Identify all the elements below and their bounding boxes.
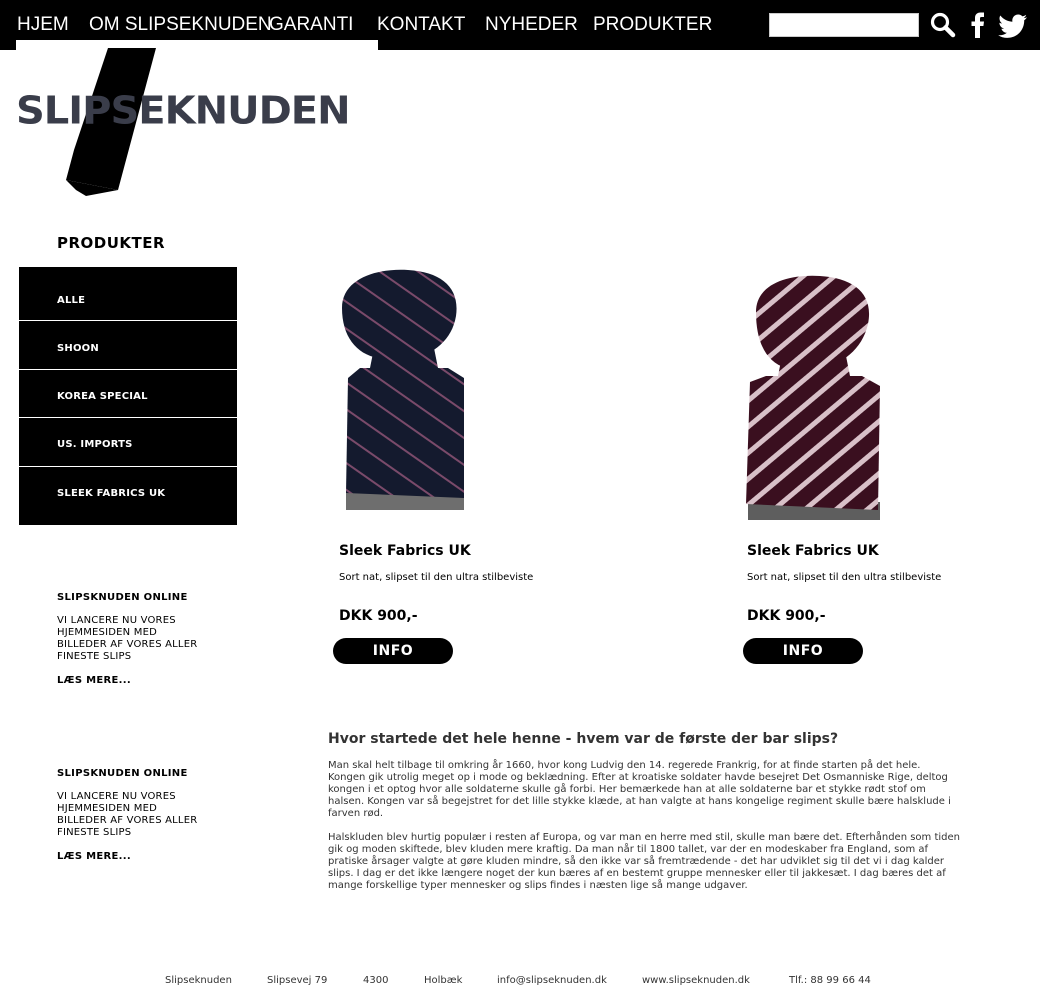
footer-web-link[interactable]: www.slipseknuden.dk xyxy=(642,975,750,986)
article-paragraph: Halskluden blev hurtig populær i resten … xyxy=(328,832,961,891)
news-body: VI LANCERE NU VORES HJEMMESIDEN MED BILL… xyxy=(57,791,198,838)
nav-item-kontakt[interactable]: KONTAKT xyxy=(377,14,465,36)
twitter-icon[interactable] xyxy=(998,14,1028,42)
footer-email-link[interactable]: info@slipseknuden.dk xyxy=(497,975,607,986)
nav-item-nyheder[interactable]: NYHEDER xyxy=(485,14,578,36)
read-more-link[interactable]: LÆS MERE... xyxy=(57,851,131,862)
category-item-sleek-fabrics-uk[interactable]: SLEEK FABRICS UK xyxy=(19,467,237,525)
category-menu: ALLE SHOON KOREA SPECIAL US. IMPORTS SLE… xyxy=(19,267,237,525)
product-name[interactable]: Sleek Fabrics UK xyxy=(339,543,471,559)
category-item-shoon[interactable]: SHOON xyxy=(19,321,237,370)
product-image[interactable] xyxy=(338,268,470,518)
nav-item-om-slipseknuden[interactable]: OM SLIPSEKNUDEN xyxy=(89,14,272,36)
nav-item-produkter[interactable]: PRODUKTER xyxy=(593,14,712,36)
news-block: SLIPSKNUDEN ONLINE VI LANCERE NU VORES H… xyxy=(57,592,257,687)
footer-street: Slipsevej 79 xyxy=(267,975,328,986)
article-title: Hvor startede det hele henne - hvem var … xyxy=(328,731,839,747)
footer-phone: Tlf.: 88 99 66 44 xyxy=(789,975,871,986)
sidebar-heading: PRODUKTER xyxy=(57,234,166,252)
search-input[interactable] xyxy=(769,13,919,37)
search-icon[interactable] xyxy=(930,12,956,42)
footer-city: Holbæk xyxy=(424,975,463,986)
news-body: VI LANCERE NU VORES HJEMMESIDEN MED BILL… xyxy=(57,615,198,662)
category-label: SHOON xyxy=(57,343,99,354)
logo-text: SLIPSEKNUDEN xyxy=(16,89,351,133)
category-item-alle[interactable]: ALLE xyxy=(19,267,237,321)
product-description: Sort nat, slipset til den ultra stilbevi… xyxy=(747,572,942,583)
category-label: ALLE xyxy=(57,295,86,306)
category-item-korea-special[interactable]: KOREA SPECIAL xyxy=(19,370,237,418)
product-description: Sort nat, slipset til den ultra stilbevi… xyxy=(339,572,534,583)
product-price: DKK 900,- xyxy=(747,608,826,624)
info-button[interactable]: INFO xyxy=(333,638,453,664)
category-item-us-imports[interactable]: US. IMPORTS xyxy=(19,418,237,467)
info-button[interactable]: INFO xyxy=(743,638,863,664)
category-label: US. IMPORTS xyxy=(57,439,133,450)
product-price: DKK 900,- xyxy=(339,608,418,624)
footer: Slipseknuden Slipsevej 79 4300 Holbæk in… xyxy=(0,975,1040,989)
category-label: KOREA SPECIAL xyxy=(57,391,148,402)
news-block: SLIPSKNUDEN ONLINE VI LANCERE NU VORES H… xyxy=(57,768,257,863)
category-label: SLEEK FABRICS UK xyxy=(57,488,166,499)
news-title: SLIPSKNUDEN ONLINE xyxy=(57,592,188,603)
nav-item-garanti[interactable]: GARANTI xyxy=(269,14,353,36)
product-name[interactable]: Sleek Fabrics UK xyxy=(747,543,879,559)
news-title: SLIPSKNUDEN ONLINE xyxy=(57,768,188,779)
footer-zip: 4300 xyxy=(363,975,389,986)
article-paragraph: Man skal helt tilbage til omkring år 166… xyxy=(328,760,951,819)
read-more-link[interactable]: LÆS MERE... xyxy=(57,675,131,686)
facebook-icon[interactable] xyxy=(970,12,986,42)
site-logo[interactable]: SLIPSEKNUDEN xyxy=(16,40,378,200)
footer-company: Slipseknuden xyxy=(165,975,232,986)
nav-item-hjem[interactable]: HJEM xyxy=(17,14,69,36)
product-image[interactable] xyxy=(742,272,886,528)
